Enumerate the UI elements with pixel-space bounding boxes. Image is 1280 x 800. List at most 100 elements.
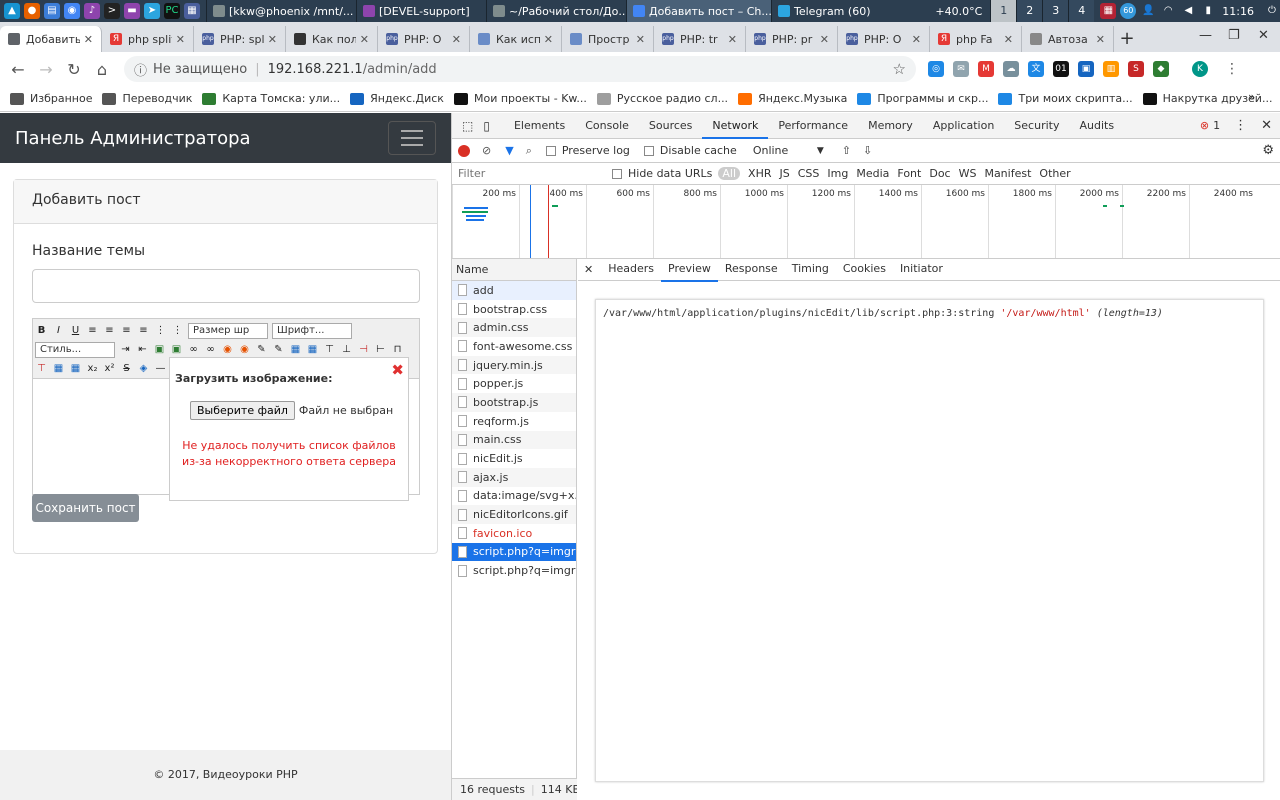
home-icon[interactable]: ⌂ <box>88 60 116 79</box>
link-icon[interactable]: ∞ <box>187 343 200 356</box>
extension-icon[interactable]: ◎ <box>928 61 944 77</box>
indent-icon[interactable]: ⇥ <box>119 343 132 356</box>
error-count[interactable]: 1 <box>1213 119 1220 132</box>
request-row[interactable]: font-awesome.css <box>452 337 576 356</box>
color-icon[interactable]: ◉ <box>221 343 234 356</box>
workspace-2[interactable]: 2 <box>1016 0 1043 22</box>
align-right-icon[interactable]: ≡ <box>120 324 133 337</box>
detail-tab-timing[interactable]: Timing <box>785 258 836 282</box>
filter-type-media[interactable]: Media <box>856 167 889 180</box>
close-tab-icon[interactable]: ✕ <box>360 33 369 46</box>
extension-icon[interactable]: 01 <box>1053 61 1069 77</box>
browser-tab[interactable]: Как исп ✕ <box>470 26 562 52</box>
horizontal-rule-icon[interactable]: — <box>154 362 167 375</box>
align-center-icon[interactable]: ≡ <box>103 324 116 337</box>
devtools-tab-audits[interactable]: Audits <box>1069 113 1124 139</box>
close-tab-icon[interactable]: ✕ <box>820 33 829 46</box>
filter-type-font[interactable]: Font <box>897 167 921 180</box>
preserve-log-checkbox[interactable] <box>545 145 556 156</box>
close-tab-icon[interactable]: ✕ <box>1004 33 1013 46</box>
filter-icon[interactable]: ▼ <box>505 144 513 157</box>
close-tab-icon[interactable]: ✕ <box>728 33 737 46</box>
notification-badge[interactable]: 60 <box>1120 3 1137 19</box>
clear-icon[interactable]: ⊘ <box>482 144 491 157</box>
wifi-icon[interactable]: ◠ <box>1160 3 1176 19</box>
filter-type-xhr[interactable]: XHR <box>748 167 771 180</box>
throttle-select[interactable]: Online <box>753 144 817 157</box>
choose-file-button[interactable]: Выберите файл <box>190 401 295 420</box>
battery-icon[interactable]: ▮ <box>1200 3 1216 19</box>
delete-row-icon[interactable]: ⊥ <box>340 343 353 356</box>
hide-data-urls-checkbox[interactable] <box>612 168 622 179</box>
devtools-tab-elements[interactable]: Elements <box>504 113 575 139</box>
browser-tab[interactable]: php PHP: spl ✕ <box>194 26 286 52</box>
media-icon[interactable]: ♪ <box>84 3 100 19</box>
browser-tab[interactable]: php PHP: tr ✕ <box>654 26 746 52</box>
arch-menu-icon[interactable]: ▲ <box>4 3 20 19</box>
translate-icon[interactable]: 文 <box>1028 61 1044 77</box>
info-icon[interactable]: ⓘ <box>134 60 147 79</box>
edit-html-icon[interactable]: ✎ <box>272 343 285 356</box>
browser-tab[interactable]: Яphp split ✕ <box>102 26 194 52</box>
firefox-icon[interactable]: ● <box>24 3 40 19</box>
devtools-tab-performance[interactable]: Performance <box>768 113 858 139</box>
close-tab-icon[interactable]: ✕ <box>912 33 921 46</box>
close-detail-icon[interactable]: ✕ <box>584 263 593 276</box>
search-icon[interactable]: ⌕ <box>526 144 532 158</box>
bookmark-item[interactable]: Яндекс.Диск <box>350 92 444 105</box>
import-har-icon[interactable]: ⇧ <box>842 144 851 157</box>
close-icon[interactable]: ✖ <box>391 361 404 379</box>
request-row[interactable]: jquery.min.js <box>452 355 576 375</box>
request-row[interactable]: script.php?q=imgr <box>452 561 576 580</box>
filter-type-img[interactable]: Img <box>827 167 848 180</box>
devtools-tab-security[interactable]: Security <box>1004 113 1069 139</box>
disable-cache-checkbox[interactable] <box>643 145 654 156</box>
device-toolbar-icon[interactable]: ▯ <box>483 119 490 133</box>
underline-icon[interactable]: U <box>69 324 82 337</box>
chrome-icon[interactable]: ◉ <box>64 3 80 19</box>
insert-row-icon[interactable]: ⊤ <box>323 343 336 356</box>
taskbar-window-chrome[interactable]: Добавить пост – Ch... <box>626 0 771 22</box>
bookmark-item[interactable]: Переводчик <box>102 92 192 105</box>
outdent-icon[interactable]: ⇤ <box>136 343 149 356</box>
close-window-icon[interactable]: ✕ <box>1258 28 1269 43</box>
bookmark-item[interactable]: Русское радио сл... <box>596 92 728 105</box>
unlink-icon[interactable]: ∞ <box>204 343 217 356</box>
request-row[interactable]: nicEdit.js <box>452 449 576 468</box>
detail-tab-preview[interactable]: Preview <box>661 258 718 282</box>
bookmark-item[interactable]: Избранное <box>10 92 92 105</box>
folder-icon[interactable]: ▬ <box>124 3 140 19</box>
superscript-icon[interactable]: x² <box>103 362 116 375</box>
delete-column-icon[interactable]: ⊣ <box>357 343 370 356</box>
save-icon[interactable]: ▣ <box>1078 61 1094 77</box>
workspace-1[interactable]: 1 <box>990 0 1017 22</box>
browser-tab[interactable]: Яphp Fa ✕ <box>930 26 1022 52</box>
close-tab-icon[interactable]: ✕ <box>176 33 185 46</box>
taskbar-window-telegram[interactable]: Telegram (60) <box>771 0 911 22</box>
insert-column-icon[interactable]: ⊢ <box>374 343 387 356</box>
devtools-tab-sources[interactable]: Sources <box>639 113 703 139</box>
extension-icon[interactable]: S <box>1128 61 1144 77</box>
close-tab-icon[interactable]: ✕ <box>544 33 553 46</box>
files-icon[interactable]: ▤ <box>44 3 60 19</box>
table-props-icon[interactable]: ▦ <box>306 343 319 356</box>
browser-tab[interactable]: php PHP: pr ✕ <box>746 26 838 52</box>
filter-input[interactable] <box>452 163 602 184</box>
browser-tab[interactable]: php PHP: О ✕ <box>838 26 930 52</box>
filter-type-other[interactable]: Other <box>1039 167 1070 180</box>
mail-icon[interactable]: ✉ <box>953 61 969 77</box>
settings-gear-icon[interactable]: ⚙ <box>1262 143 1274 158</box>
telegram-icon[interactable]: ➤ <box>144 3 160 19</box>
request-row[interactable]: nicEditorIcons.gif <box>452 505 576 524</box>
request-row[interactable]: script.php?q=imgr <box>452 542 576 562</box>
font-format-select[interactable]: Стиль... <box>35 341 115 358</box>
detail-tab-initiator[interactable]: Initiator <box>893 258 950 282</box>
request-row[interactable]: reqform.js <box>452 412 576 431</box>
navbar-toggler[interactable] <box>388 121 436 155</box>
chevron-down-icon[interactable]: ▼ <box>817 146 824 156</box>
record-icon[interactable] <box>458 144 470 157</box>
devtools-tab-console[interactable]: Console <box>575 113 639 139</box>
filter-type-css[interactable]: CSS <box>798 167 820 180</box>
request-row[interactable]: favicon.ico <box>452 524 576 543</box>
detail-tab-response[interactable]: Response <box>718 258 785 282</box>
